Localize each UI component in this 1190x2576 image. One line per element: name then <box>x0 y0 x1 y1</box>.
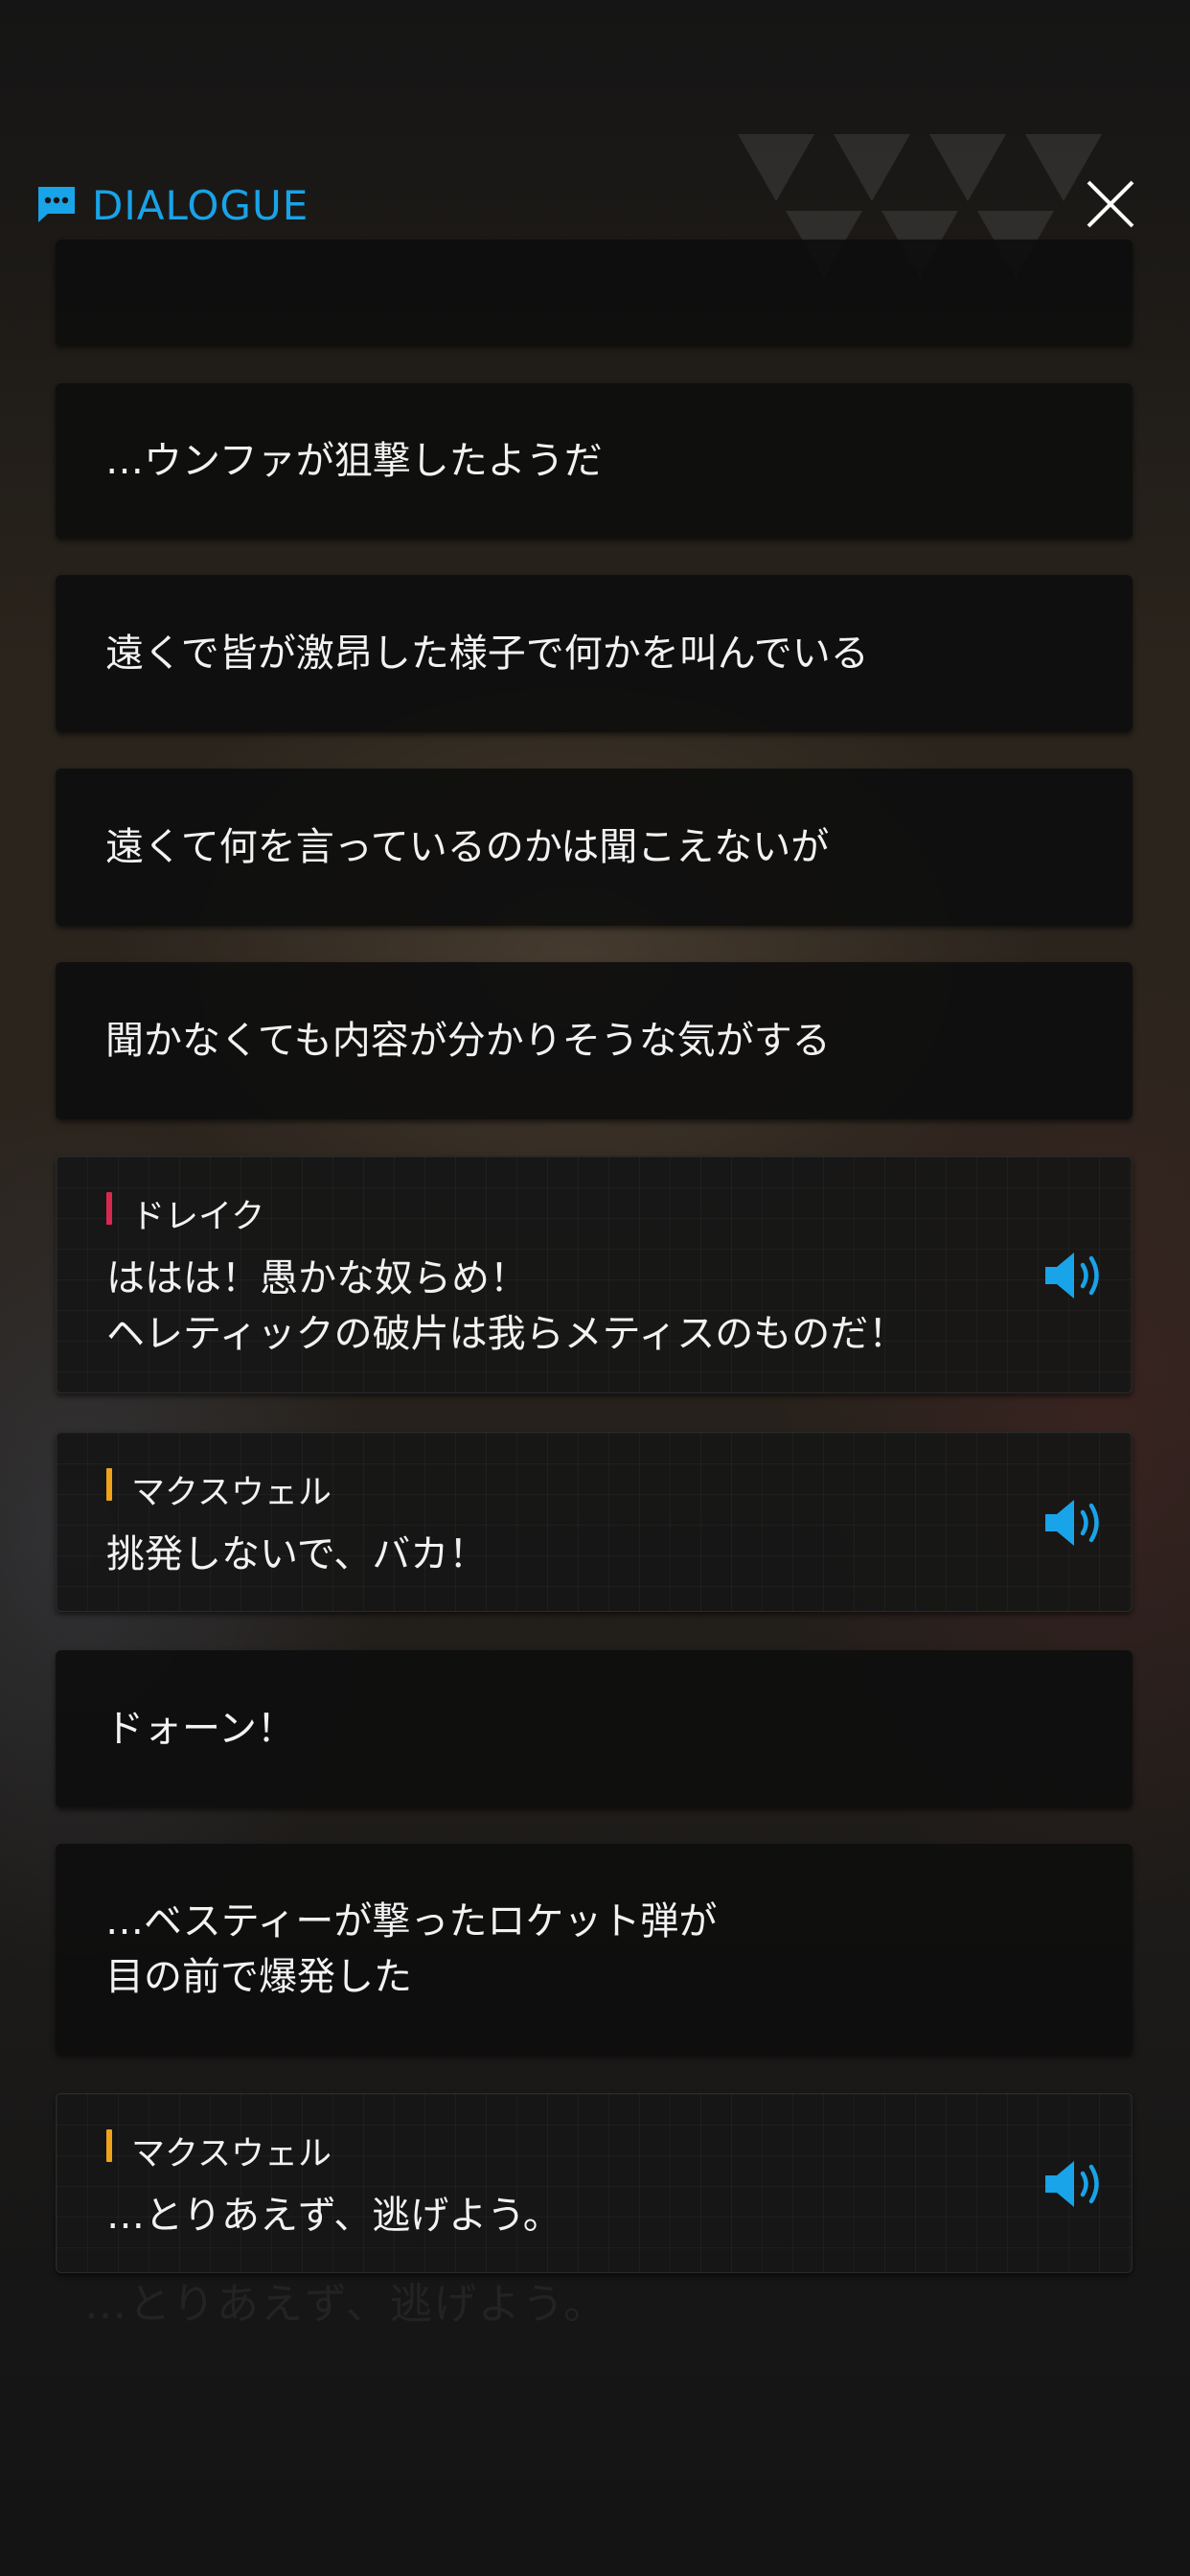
speaker-color-bar <box>106 2129 112 2162</box>
dialogue-card-narration: …ベスティーが撃ったロケット弾が 目の前で爆発した <box>56 1844 1133 2055</box>
dialogue-card-narration <box>56 240 1133 345</box>
speaker-name-text: マクスウェル <box>131 2135 332 2174</box>
speaker-name-text: ドレイク <box>131 1198 265 1236</box>
speaker-name: マクスウェル <box>106 1465 332 1514</box>
speech-text: 挑発しないで、バカ！ <box>106 1532 488 1576</box>
speaker-color-bar <box>106 1192 112 1225</box>
narration-text: 遠くで皆が激昂した様子で何かを叫んでいる <box>105 632 869 676</box>
dialogue-card-narration: 遠くて何を言っているのかは聞こえないが <box>56 769 1133 926</box>
narration-text: 聞かなくても内容が分かりそうな気がする <box>105 1019 831 1063</box>
speaker-volume-icon[interactable] <box>1041 1248 1107 1303</box>
background-caption: …とりあえず、逃げよう。 <box>84 2280 608 2329</box>
speaker-volume-icon[interactable] <box>1041 1495 1107 1551</box>
narration-text: 遠くて何を言っているのかは聞こえないが <box>105 825 830 869</box>
speaker-name: ドレイク <box>106 1189 264 1238</box>
dialogue-header: DIALOGUE <box>0 172 1190 240</box>
dialogue-card-narration: …ウンファが狙撃したようだ <box>56 383 1133 539</box>
dialogue-card-speech: マクスウェル 挑発しないで、バカ！ <box>56 1432 1133 1612</box>
chat-bubble-icon <box>38 187 75 222</box>
speaker-color-bar <box>106 1468 112 1501</box>
speaker-name: マクスウェル <box>106 2127 332 2175</box>
dialogue-title: DIALOGUE <box>92 182 309 229</box>
dialogue-card-narration: 遠くで皆が激昂した様子で何かを叫んでいる <box>56 575 1133 732</box>
dialogue-card-speech: マクスウェル …とりあえず、逃げよう。 <box>56 2093 1133 2273</box>
dialogue-card-narration: 聞かなくても内容が分かりそうな気がする <box>56 962 1133 1119</box>
speaker-volume-icon[interactable] <box>1041 2156 1107 2212</box>
speaker-name-text: マクスウェル <box>131 1474 332 1512</box>
narration-text: ドォーン！ <box>105 1707 295 1751</box>
speech-text: ははは！愚かな奴らめ！ ヘレティックの破片は我らメティスのものだ！ <box>106 1256 907 1356</box>
narration-text: …ウンファが狙撃したようだ <box>105 439 603 483</box>
close-icon[interactable] <box>1075 169 1146 240</box>
narration-text: …ベスティーが撃ったロケット弾が 目の前で爆発した <box>105 1899 718 1999</box>
dialogue-card-narration: ドォーン！ <box>56 1650 1133 1807</box>
speech-text: …とりあえず、逃げよう。 <box>106 2194 561 2238</box>
dialogue-card-speech: ドレイク ははは！愚かな奴らめ！ ヘレティックの破片は我らメティスのものだ！ <box>56 1156 1133 1393</box>
